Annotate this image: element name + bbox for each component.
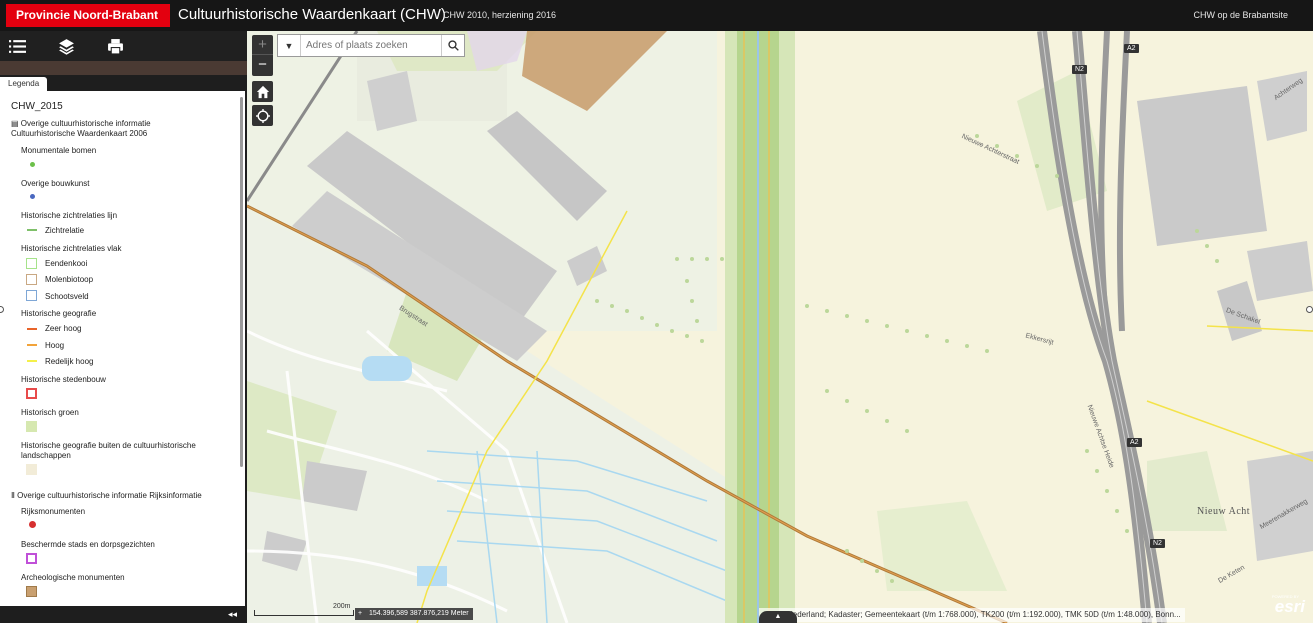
building-symbol-icon — [30, 194, 35, 199]
legend-group-1-label: Overige cultuurhistorische informatie — [20, 119, 151, 128]
legend-archeologische-monumenten: Archeologische monumenten — [21, 573, 125, 582]
tab-legend[interactable]: Legenda — [0, 77, 48, 91]
brabantsite-link[interactable]: CHW op de Brabantsite — [1193, 10, 1288, 20]
zoom-control: + − — [252, 35, 273, 76]
search-box: ▼ — [277, 34, 465, 57]
rijksmonument-symbol-icon — [29, 521, 36, 528]
road-shield-n2: N2 — [1150, 539, 1165, 548]
legend-layer-title: CHW_2015 — [11, 101, 63, 112]
buiten-swatch-icon — [26, 464, 37, 475]
panel-footer: ◂◂ — [0, 606, 247, 623]
map-view[interactable]: Nieuwe Achterstraat Ekkersrijt De Schake… — [247, 31, 1313, 623]
zoom-in-button[interactable]: + — [252, 35, 273, 55]
legend-hoog: Hoog — [45, 341, 65, 350]
search-source-dropdown[interactable]: ▼ — [278, 35, 301, 56]
caret-down-icon: ▼ — [284, 40, 294, 51]
toolbar-divider — [0, 61, 247, 75]
header-bar: Provincie Noord-Brabant Cultuurhistorisc… — [0, 0, 1313, 31]
eendenkooi-swatch-icon — [26, 258, 37, 269]
zichtrelatie-line-icon — [27, 229, 37, 231]
tree-symbol-icon — [30, 162, 35, 167]
redelijk-hoog-line-icon — [27, 360, 37, 362]
resize-handle-right[interactable] — [1306, 306, 1313, 313]
attribution-text: Nederland; Kadaster; Gemeentekaart (t/m … — [759, 608, 1185, 622]
legend-historische-geografie: Historische geografie — [21, 309, 97, 318]
locate-button[interactable] — [252, 105, 273, 126]
stedenbouw-swatch-icon — [26, 388, 37, 399]
search-button[interactable] — [441, 35, 464, 56]
locate-icon — [255, 108, 270, 123]
legend-overige-bouwkunst: Overige bouwkunst — [21, 179, 90, 188]
schootsveld-swatch-icon — [26, 290, 37, 301]
coordinate-text: 154.396,589 387.876,219 Meter — [369, 610, 469, 617]
legend-group-1-subtitle: Cultuurhistorische Waardenkaart 2006 — [11, 129, 148, 138]
legend-group-2[interactable]: Ⅱ Overige cultuurhistorische informatie … — [11, 491, 202, 500]
list-icon[interactable] — [7, 37, 27, 55]
legend-historisch-groen: Historisch groen — [21, 408, 79, 417]
legend-scrollbar[interactable] — [240, 97, 243, 467]
search-icon — [447, 40, 459, 51]
attribution-toggle-icon[interactable]: ▲ — [759, 611, 797, 623]
legend-zeer-hoog: Zeer hoog — [45, 324, 82, 333]
home-icon — [256, 85, 269, 98]
road-shield-a2: A2 — [1124, 44, 1139, 53]
esri-logo[interactable]: esri — [1275, 597, 1305, 617]
hoog-line-icon — [27, 344, 37, 346]
legend-group-1[interactable]: ▤ Overige cultuurhistorische informatie — [11, 119, 151, 128]
legend-geografie-buiten: Historische geografie buiten de cultuurh… — [21, 441, 196, 460]
legend-panel: CHW_2015 ▤ Overige cultuurhistorische in… — [0, 91, 245, 606]
legend-zichtrelatie: Zichtrelatie — [45, 226, 85, 235]
side-panel: Legenda CHW_2015 ▤ Overige cultuurhistor… — [0, 31, 247, 623]
groen-swatch-icon — [26, 421, 37, 432]
panel-toolbar — [0, 31, 247, 61]
crosshair-icon: + — [358, 610, 363, 617]
zoom-out-button[interactable]: − — [252, 55, 273, 75]
legend-zichtrelaties-vlak: Historische zichtrelaties vlak — [21, 244, 122, 253]
molenbiotoop-swatch-icon — [26, 274, 37, 285]
legend-rijksmonumenten: Rijksmonumenten — [21, 507, 86, 516]
scale-label: 200m — [333, 603, 351, 610]
basemap — [247, 31, 1313, 623]
zeer-hoog-line-icon — [27, 328, 37, 330]
search-input[interactable] — [306, 37, 436, 54]
scale-bar — [254, 610, 354, 616]
legend-historische-stedenbouw: Historische stedenbouw — [21, 375, 106, 384]
app-title: Cultuurhistorische Waardenkaart (CHW) — [178, 6, 446, 23]
road-shield-a2: A2 — [1127, 438, 1142, 447]
legend-beschermde-gezichten: Beschermde stads en dorpsgezichten — [21, 540, 155, 549]
home-button[interactable] — [252, 81, 273, 102]
panel-tabs: Legenda — [0, 75, 247, 91]
beschermde-swatch-icon — [26, 553, 37, 564]
legend-eendenkooi: Eendenkooi — [45, 259, 88, 268]
legend-group-2-label: Overige cultuurhistorische informatie Ri… — [17, 491, 202, 500]
archeologie-swatch-icon — [26, 586, 37, 597]
layers-icon[interactable] — [56, 37, 76, 55]
app-window: Provincie Noord-Brabant Cultuurhistorisc… — [0, 0, 1313, 623]
province-logo[interactable]: Provincie Noord-Brabant — [6, 4, 170, 27]
legend-redelijk-hoog: Redelijk hoog — [45, 357, 94, 366]
road-shield-n2: N2 — [1072, 65, 1087, 74]
app-subtitle: CHW 2010, herziening 2016 — [443, 10, 557, 20]
town-label: Nieuw Acht — [1197, 506, 1251, 517]
legend-schootsveld: Schootsveld — [45, 292, 89, 301]
legend-monumentale-bomen: Monumentale bomen — [21, 146, 97, 155]
legend-zichtrelaties-lijn: Historische zichtrelaties lijn — [21, 211, 118, 220]
print-icon[interactable] — [105, 37, 125, 55]
legend-molenbiotoop: Molenbiotoop — [45, 275, 94, 284]
coordinate-readout: +154.396,589 387.876,219 Meter — [355, 608, 473, 620]
collapse-panel-icon[interactable]: ◂◂ — [228, 609, 237, 620]
